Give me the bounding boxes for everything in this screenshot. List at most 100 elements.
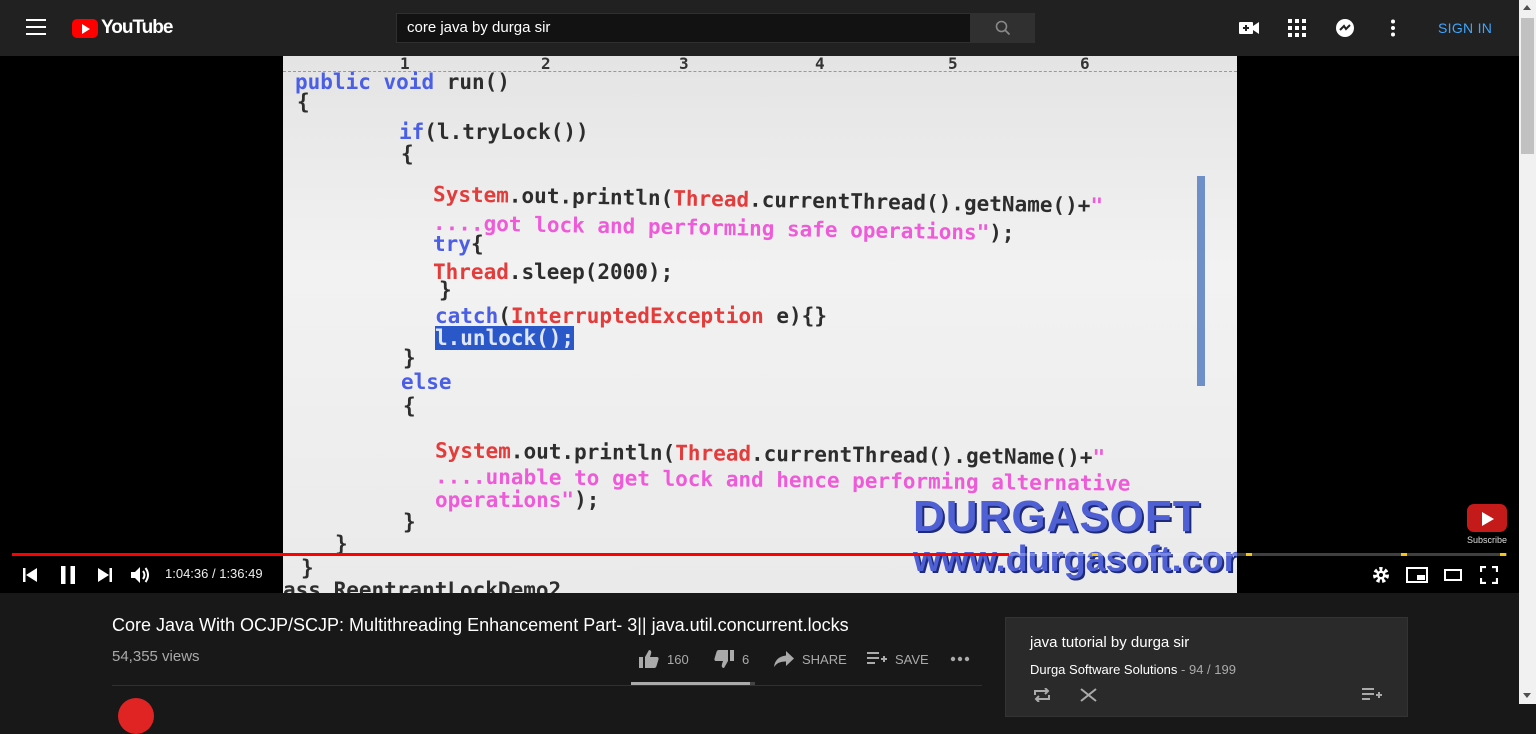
code-token: void [383,70,435,94]
scrollbar-thumb[interactable] [1521,18,1534,154]
divider [112,685,982,686]
code-token: System [432,182,510,208]
pause-icon [61,566,75,584]
miniplayer-icon [1406,567,1428,583]
chapter-marker [1246,553,1252,556]
code-token: catch [435,304,499,328]
next-button[interactable] [95,563,115,587]
code-token: else [401,370,452,394]
code-line: } [439,278,452,302]
subscribe-label: Subscribe [1466,535,1508,545]
code-token-selected: l.unlock(); [435,326,575,350]
share-button[interactable]: SHARE [774,648,847,670]
video-player[interactable]: 1 2 3 4 5 6 public void run() { if(l.try… [0,56,1519,593]
share-icon [774,651,794,667]
code-token: InterruptedException [510,304,764,328]
gear-icon [1373,567,1389,583]
sign-in-button[interactable]: SIGN IN [1426,18,1504,38]
theater-mode-button[interactable] [1442,563,1464,587]
code-line: } [403,510,416,534]
search-icon [995,20,1010,36]
chapter-marker [1092,553,1098,556]
theater-mode-icon [1444,569,1462,581]
volume-icon [131,567,149,583]
save-label: SAVE [895,651,929,667]
menu-icon[interactable] [20,16,52,40]
share-label: SHARE [802,651,847,667]
code-line: { [297,90,310,114]
video-frame: 1 2 3 4 5 6 public void run() { if(l.try… [283,56,1237,593]
progress-played [12,553,1010,556]
thumbs-down-icon [714,650,734,668]
skip-previous-icon [23,568,37,582]
pause-button[interactable] [57,563,79,587]
fullscreen-button[interactable] [1478,563,1500,587]
search-button[interactable] [970,13,1035,43]
search-input[interactable]: core java by durga sir [396,13,971,43]
code-token: " [1092,445,1106,470]
code-token: run() [434,70,510,94]
page-scrollbar[interactable] [1519,0,1536,704]
code-token: (l.tryLock()) [424,120,589,144]
playlist-position: 94 / 199 [1188,662,1236,677]
logo-text: YouTube [101,17,173,38]
code-token: " [1090,193,1104,218]
channel-avatar[interactable] [118,698,154,734]
messages-icon[interactable] [1333,16,1357,40]
thumbs-up-icon [639,650,659,668]
code-line: ass ReentrantLockDemo2 [283,578,562,593]
playlist-channel[interactable]: Durga Software Solutions [1030,662,1177,677]
more-vert-icon[interactable] [1381,16,1405,40]
like-button[interactable]: 160 [639,648,689,670]
code-token: ....got lock and performing safe operati… [432,210,990,245]
code-token: operations" [435,488,575,512]
previous-button[interactable] [20,563,40,587]
code-token: ); [989,220,1015,246]
code-token: { [470,232,484,256]
miniplayer-button[interactable] [1405,563,1429,587]
code-token: ( [498,304,511,328]
loop-icon[interactable] [1032,687,1052,707]
code-line: } [403,346,416,370]
code-line: { [401,142,414,166]
watermark-brand: DURGASOFT [913,492,1201,541]
scroll-down-arrow-icon[interactable] [1523,693,1531,698]
code-token: .out.println( [510,439,676,466]
playlist-title[interactable]: java tutorial by durga sir [1030,634,1189,651]
subscribe-watermark[interactable]: Subscribe [1466,504,1508,545]
dislike-count: 6 [742,651,750,667]
code-token: if [399,120,425,144]
code-token: Thread [675,441,752,466]
settings-button[interactable] [1370,563,1392,587]
playlist-add-icon [867,652,887,664]
mute-button[interactable] [130,563,152,587]
more-horiz-icon [950,656,970,662]
fullscreen-icon [1480,566,1498,584]
apps-icon[interactable] [1285,16,1309,40]
dislike-button[interactable]: 6 [714,648,749,670]
youtube-logo[interactable]: YouTube [72,17,173,39]
masthead: YouTube core java by durga sir SIGN IN [0,0,1519,56]
chapter-marker [1500,553,1506,556]
code-token: Thread [673,186,750,212]
code-token: .currentThread().getName()+ [748,187,1091,218]
code-token: e){} [763,304,827,328]
save-button[interactable]: SAVE [867,648,929,670]
code-token: System [434,438,511,464]
shuffle-icon[interactable] [1080,688,1098,707]
time-display: 1:04:36 / 1:36:49 [165,566,263,581]
code-token: .currentThread().getName()+ [750,441,1093,470]
playlist-panel: java tutorial by durga sir Durga Softwar… [1005,617,1408,717]
code-token: ); [574,488,600,512]
playlist-separator: - [1177,662,1189,677]
scroll-up-arrow-icon[interactable] [1523,5,1531,10]
create-video-icon[interactable] [1237,16,1261,40]
like-count: 160 [667,651,689,667]
chapter-marker [1401,553,1407,556]
view-count: 54,355 views [112,648,200,665]
playlist-add-icon[interactable] [1362,688,1382,707]
skip-next-icon [98,568,112,582]
more-actions-button[interactable] [950,648,978,670]
code-line: { [403,394,416,418]
code-line: } [301,556,314,580]
